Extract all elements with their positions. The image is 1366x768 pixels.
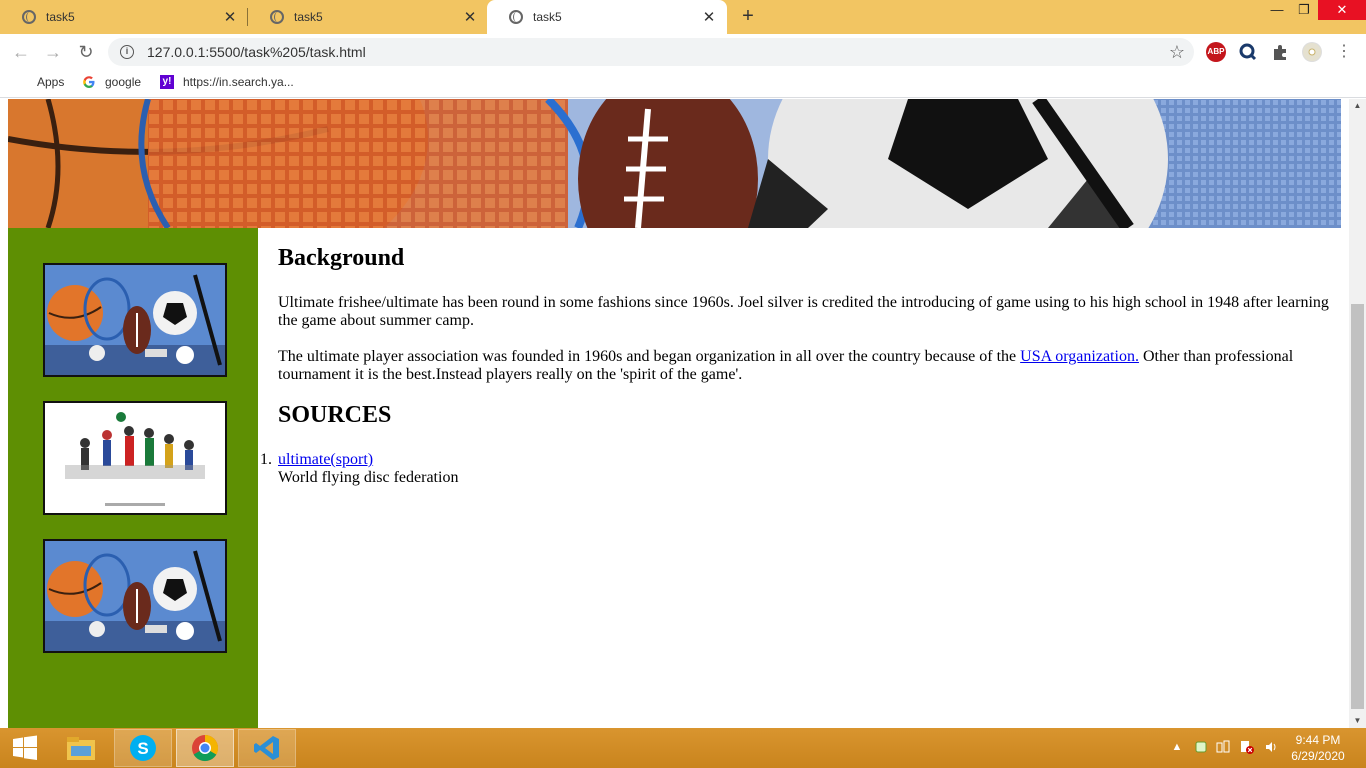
bookmark-label: Apps [37, 75, 65, 89]
new-tab-button[interactable]: + [737, 5, 759, 27]
apps-grid-icon [14, 75, 28, 89]
address-bar[interactable]: i 127.0.0.1:5500/task%205/task.html ☆ [108, 38, 1194, 66]
sources-list: 1. ultimate(sport) World flying disc fed… [260, 451, 1338, 487]
adblock-plus-icon[interactable]: ABP [1206, 42, 1226, 62]
network-icon[interactable] [1216, 740, 1230, 754]
main-content: Background Ultimate frishee/ultimate has… [260, 245, 1338, 487]
scroll-thumb[interactable] [1351, 304, 1364, 709]
bookmarks-bar: Apps google y! https://in.search.ya... [0, 70, 1366, 98]
restore-icon[interactable]: ❐ [1292, 0, 1316, 20]
taskbar-skype[interactable]: S [114, 729, 172, 767]
tab-title: task5 [533, 10, 562, 24]
globe-icon [270, 10, 284, 24]
puzzle-extensions-icon[interactable] [1270, 42, 1290, 62]
site-info-icon[interactable]: i [120, 45, 134, 59]
yahoo-icon: y! [160, 75, 174, 89]
athletes-collage-image [43, 401, 227, 515]
file-explorer-icon [67, 737, 95, 760]
clock-date: 6/29/2020 [1291, 749, 1345, 763]
browser-tab-3-active[interactable]: task5 ✕ [487, 0, 727, 34]
volume-icon[interactable] [1264, 740, 1278, 754]
reload-icon[interactable]: ↻ [74, 40, 98, 64]
close-tab-icon[interactable]: ✕ [699, 8, 719, 26]
menu-kebab-icon[interactable]: ⋮ [1332, 40, 1356, 64]
sports-balls-image [43, 263, 227, 377]
url-text[interactable]: 127.0.0.1:5500/task%205/task.html [147, 44, 1169, 60]
taskbar-chrome[interactable] [176, 729, 234, 767]
bookmark-google[interactable]: google [82, 75, 141, 89]
clock-time: 9:44 PM [1295, 733, 1341, 747]
browser-tab-2[interactable]: task5 ✕ [248, 0, 488, 34]
taskbar-vscode[interactable] [238, 729, 296, 767]
ultimate-sport-link[interactable]: ultimate(sport) [278, 451, 373, 468]
hero-banner-image [8, 99, 1341, 228]
skype-icon: S [130, 735, 156, 761]
globe-icon [509, 10, 523, 24]
tab-title: task5 [294, 10, 323, 24]
tab-title: task5 [46, 10, 75, 24]
browser-tab-1[interactable]: task5 ✕ [0, 0, 248, 34]
background-heading: Background [278, 245, 405, 271]
vscode-icon [254, 736, 279, 760]
globe-icon [22, 10, 36, 24]
bookmark-label: google [105, 75, 142, 89]
list-number: 1. [260, 451, 272, 468]
list-item: 1. ultimate(sport) World flying disc fed… [260, 451, 1338, 487]
taskbar-file-explorer[interactable] [52, 729, 110, 767]
search-extension-icon[interactable] [1238, 42, 1258, 62]
back-arrow-icon[interactable]: ← [9, 40, 33, 64]
bookmark-star-icon[interactable]: ☆ [1169, 42, 1185, 63]
close-tab-icon[interactable]: ✕ [460, 8, 480, 26]
browser-toolbar: ← → ↻ i 127.0.0.1:5500/task%205/task.htm… [0, 34, 1366, 70]
windows-logo-icon [13, 735, 37, 760]
bookmark-label: https://in.search.ya... [183, 75, 294, 89]
action-center-icon[interactable] [1240, 740, 1254, 754]
page-viewport: Background Ultimate frishee/ultimate has… [0, 99, 1366, 728]
sources-heading: SOURCES [278, 402, 392, 428]
scroll-down-icon[interactable]: ▼ [1349, 714, 1366, 728]
close-tab-icon[interactable]: ✕ [220, 8, 240, 26]
bookmark-apps[interactable]: Apps [14, 75, 64, 89]
page-scrollbar[interactable]: ▲ ▼ [1349, 99, 1366, 728]
background-paragraph-1: Ultimate frishee/ultimate has been round… [278, 294, 1329, 329]
svg-text:S: S [137, 739, 148, 758]
sidebar [8, 228, 258, 728]
background-paragraph-2: The ultimate player association was foun… [278, 348, 1338, 384]
source-description: World flying disc federation [278, 469, 459, 486]
minimize-icon[interactable]: — [1266, 0, 1288, 20]
forward-arrow-icon[interactable]: → [41, 40, 65, 64]
profile-avatar-icon[interactable] [1302, 42, 1322, 62]
usa-organization-link[interactable]: USA organization. [1020, 348, 1139, 365]
close-window-icon[interactable]: ✕ [1318, 0, 1366, 20]
start-button[interactable] [0, 729, 50, 767]
paragraph-text: The ultimate player association was foun… [278, 348, 1021, 365]
chrome-icon [192, 734, 219, 762]
scroll-up-icon[interactable]: ▲ [1349, 99, 1366, 113]
sports-balls-image [43, 539, 227, 653]
tray-expand-icon[interactable]: ▲ [1170, 740, 1184, 754]
bookmark-yahoo[interactable]: y! https://in.search.ya... [160, 75, 294, 89]
tab-strip: task5 ✕ task5 ✕ task5 ✕ + — ❐ ✕ [0, 0, 1366, 34]
windows-taskbar: S ▲ 9:44 PM 6/29/2020 [0, 728, 1366, 768]
tray-app-icon[interactable] [1194, 740, 1208, 754]
taskbar-clock[interactable]: 9:44 PM 6/29/2020 [1280, 732, 1356, 764]
google-icon [82, 75, 96, 89]
